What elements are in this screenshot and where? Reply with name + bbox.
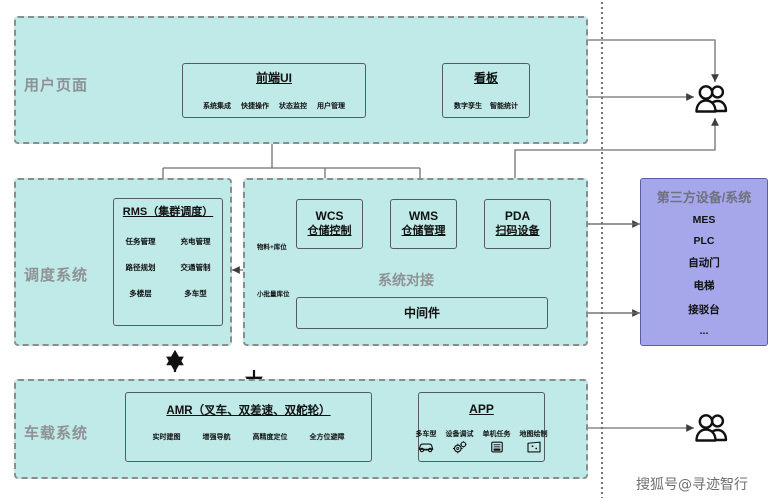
app-feature-list: 多车型 设备调试 单机任务 地图绘制: [416, 429, 548, 454]
third-party-panel[interactable]: 第三方设备/系统 MES PLC 自动门 电梯 接驳台 ...: [640, 178, 768, 346]
rms-title: RMS（集群调度）: [122, 206, 214, 218]
rms-item-1: 充电管理: [180, 236, 211, 246]
task-document-icon: [490, 441, 503, 453]
users-icon: [695, 414, 728, 442]
wms-title-line2: 仓储管理: [401, 225, 446, 238]
amr-item-0: 实时建图: [152, 434, 181, 442]
rms-items: 任务管理 充电管理 路径规划 交通管制 多楼层 多车型: [122, 236, 214, 299]
app-title: APP: [469, 402, 494, 416]
wms-card[interactable]: WMS 仓储管理: [390, 199, 457, 249]
users-icon: [695, 85, 728, 113]
material-slot-label: 物料+库位: [257, 244, 287, 251]
rms-item-0: 任务管理: [125, 236, 156, 246]
frontend-ui-item-3: 用户管理: [317, 103, 345, 110]
third-party-item-2: 自动门: [688, 256, 720, 269]
app-feature-label-0: 多车型: [415, 431, 437, 438]
rms-item-5: 多车型: [184, 288, 207, 298]
users-actor-top: [692, 84, 734, 119]
frontend-ui-item-1: 快捷操作: [241, 103, 269, 110]
rms-item-2: 路径规划: [125, 262, 156, 272]
small-batch-slot-label: 小批量库位: [257, 291, 290, 298]
app-feature-label-1: 设备调试: [445, 431, 474, 438]
kanban-title: 看板: [473, 71, 498, 85]
pda-card[interactable]: PDA 扫码设备: [484, 199, 551, 249]
app-feature-multi-vehicle: 多车型: [416, 429, 437, 454]
middleware-card[interactable]: 中间件: [296, 297, 548, 329]
frontend-ui-items: 系统集成 快捷操作 状态监控 用户管理: [189, 101, 359, 111]
amr-card[interactable]: AMR（叉车、双差速、双舵轮） 实时建图 增强导航 高精度定位 全方位避障: [125, 392, 372, 462]
pda-title-line1: PDA: [504, 209, 531, 224]
amr-items: 实时建图 增强导航 高精度定位 全方位避障: [134, 432, 363, 442]
rms-item-4: 多楼层: [129, 288, 152, 298]
kanban-item-0: 数字孪生: [454, 103, 482, 110]
kanban-card[interactable]: 看板 数字孪生 智能统计: [442, 63, 530, 118]
wms-title-line1: WMS: [408, 209, 439, 224]
third-party-item-0: MES: [692, 214, 716, 227]
third-party-item-1: PLC: [693, 234, 715, 247]
frontend-ui-title: 前端UI: [255, 71, 292, 85]
third-party-item-4: 接驳台: [688, 303, 720, 316]
architecture-diagram: 用户页面 前端UI 系统集成 快捷操作 状态监控 用户管理 看板 数字孪生 智能…: [0, 0, 778, 500]
third-party-item-3: 电梯: [693, 280, 715, 293]
map-icon: [526, 441, 541, 453]
wcs-title-line1: WCS: [315, 209, 344, 224]
zone-vehicle-system-title: 车载系统: [24, 425, 89, 442]
app-feature-map-drawing: 地图绘制: [520, 429, 548, 454]
rms-card[interactable]: RMS（集群调度） 任务管理 充电管理 路径规划 交通管制 多楼层 多车型: [113, 198, 223, 326]
zone-scheduling-system-title: 调度系统: [24, 267, 89, 284]
middleware-title: 中间件: [403, 305, 440, 320]
third-party-title: 第三方设备/系统: [656, 190, 752, 205]
frontend-ui-item-0: 系统集成: [203, 103, 231, 110]
pda-title-line2: 扫码设备: [495, 225, 540, 238]
wcs-card[interactable]: WCS 仓储控制: [296, 199, 363, 249]
amr-title: AMR（叉车、双差速、双舵轮）: [166, 405, 331, 417]
system-docking-caption: 系统对接: [378, 272, 434, 288]
rms-item-3: 交通管制: [180, 262, 211, 272]
app-feature-single-task: 单机任务: [483, 429, 511, 454]
kanban-items: 数字孪生 智能统计: [448, 101, 524, 111]
app-feature-device-debug: 设备调试: [446, 429, 474, 454]
app-card[interactable]: APP 多车型 设备调试 单机任务 地图绘制: [416, 392, 548, 462]
amr-item-2: 高精度定位: [252, 434, 288, 442]
frontend-ui-card[interactable]: 前端UI 系统集成 快捷操作 状态监控 用户管理: [182, 63, 366, 118]
amr-item-1: 增强导航: [202, 434, 231, 442]
kanban-item-1: 智能统计: [490, 103, 518, 110]
watermark: 搜狐号@寻迹智行: [636, 477, 748, 493]
app-feature-label-2: 单机任务: [482, 431, 511, 438]
zone-user-page-title: 用户页面: [24, 77, 89, 94]
users-actor-bottom: [692, 413, 734, 448]
frontend-ui-item-2: 状态监控: [279, 103, 307, 110]
car-icon: [418, 443, 434, 453]
third-party-item-5: ...: [699, 324, 709, 337]
amr-item-3: 全方位避障: [309, 434, 345, 442]
app-feature-label-3: 地图绘制: [519, 431, 548, 438]
wcs-title-line2: 仓储控制: [307, 225, 352, 238]
gears-icon: [452, 441, 467, 454]
